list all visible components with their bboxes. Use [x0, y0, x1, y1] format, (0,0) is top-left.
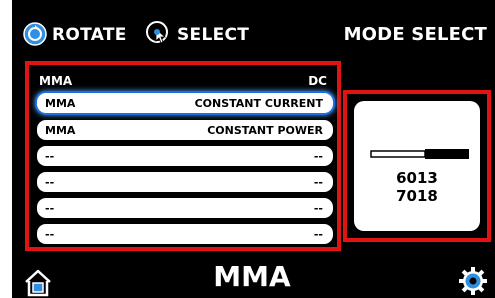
- page-title: MODE SELECT: [343, 24, 487, 45]
- mode-row-empty[interactable]: -- --: [37, 224, 333, 244]
- rotate-knob-icon: [23, 22, 47, 46]
- mode-row-constant-current[interactable]: MMA CONSTANT CURRENT: [37, 93, 333, 113]
- home-icon[interactable]: [23, 267, 53, 297]
- mode-list: MMA DC MMA CONSTANT CURRENT MMA CONSTANT…: [25, 61, 341, 251]
- current-process-title: MMA: [213, 260, 291, 293]
- row-process: --: [45, 228, 55, 241]
- list-header-polarity: DC: [308, 74, 327, 88]
- electrode-card: 6013 7018: [354, 101, 480, 231]
- press-select-icon: [146, 21, 168, 44]
- top-bar: ROTATE SELECT MODE SELECT: [12, 0, 495, 60]
- electrode-class: 7018: [396, 187, 438, 205]
- row-process: --: [45, 202, 55, 215]
- electrode-icon: [370, 149, 469, 159]
- gear-icon[interactable]: [458, 266, 488, 296]
- welder-screen: ROTATE SELECT MODE SELECT MMA DC MMA CON…: [12, 0, 495, 298]
- list-header-process: MMA: [39, 74, 73, 88]
- electrode-class: 6013: [396, 169, 438, 187]
- row-mode: CONSTANT POWER: [207, 124, 323, 137]
- row-process: --: [45, 150, 55, 163]
- row-mode: --: [313, 228, 323, 241]
- mode-row-empty[interactable]: -- --: [37, 172, 333, 192]
- row-process: --: [45, 176, 55, 189]
- list-header: MMA DC: [37, 71, 333, 89]
- row-mode: --: [313, 202, 323, 215]
- mode-row-empty[interactable]: -- --: [37, 198, 333, 218]
- row-mode: CONSTANT CURRENT: [194, 97, 323, 110]
- row-process: MMA: [45, 97, 76, 110]
- mode-row-empty[interactable]: -- --: [37, 146, 333, 166]
- select-label: SELECT: [177, 25, 250, 45]
- mode-row-constant-power[interactable]: MMA CONSTANT POWER: [37, 120, 333, 140]
- row-mode: --: [313, 150, 323, 163]
- row-process: MMA: [45, 124, 76, 137]
- rotate-label: ROTATE: [52, 25, 127, 45]
- electrode-info-panel: 6013 7018: [343, 90, 491, 242]
- row-mode: --: [313, 176, 323, 189]
